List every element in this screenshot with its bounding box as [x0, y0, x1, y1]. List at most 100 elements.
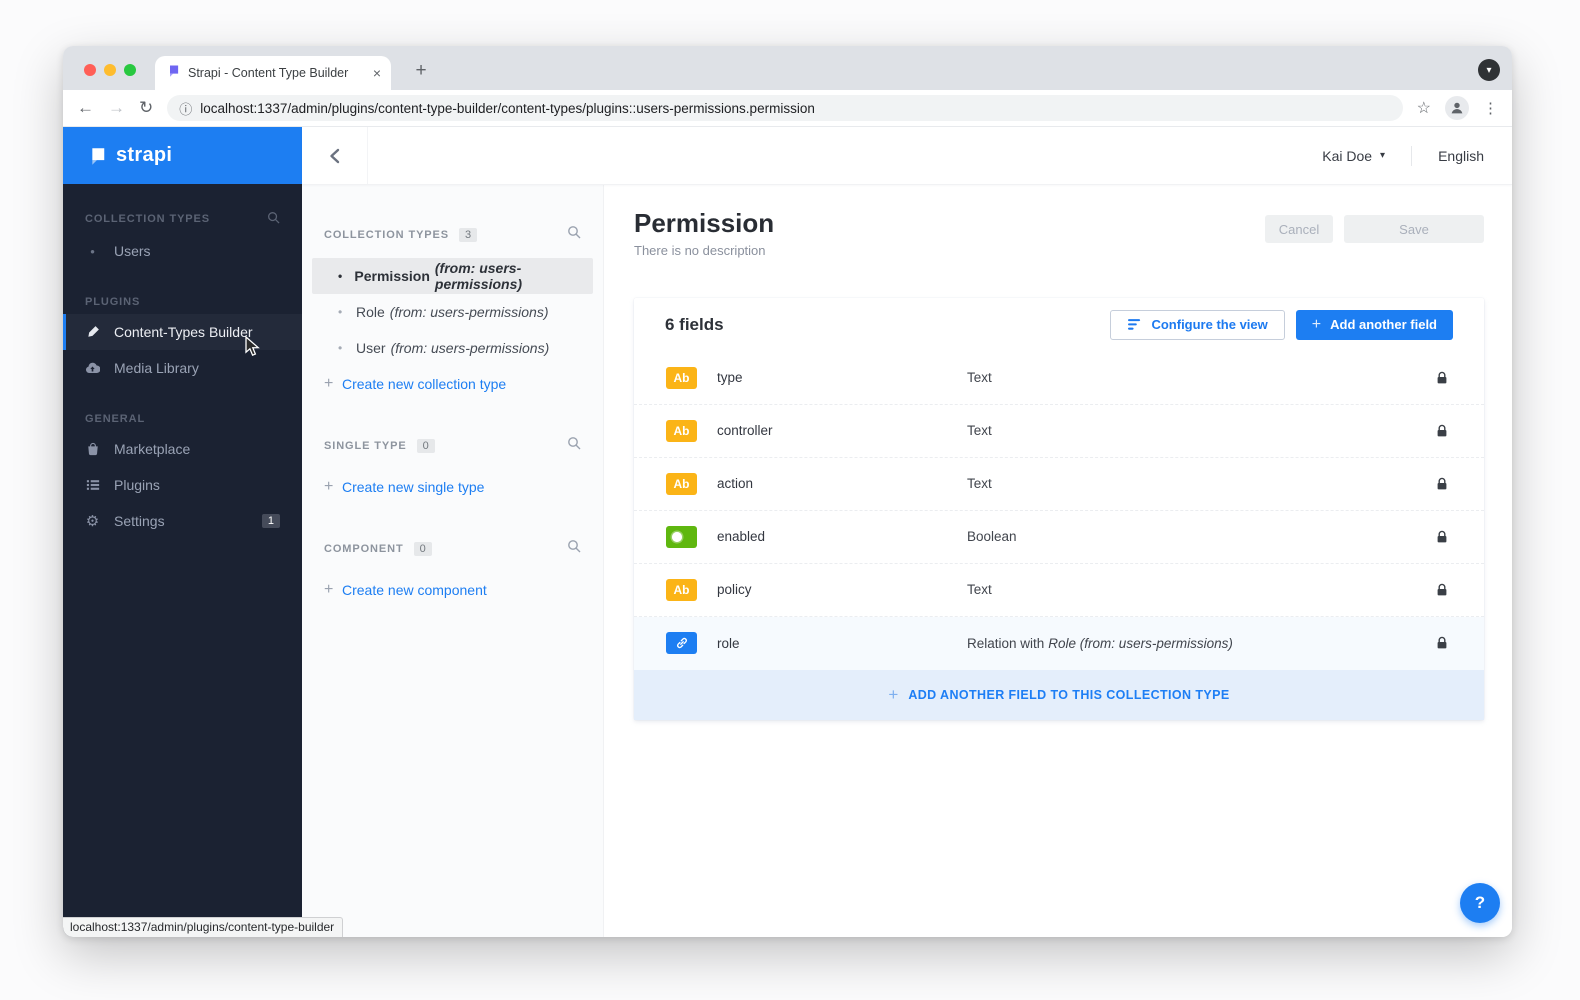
field-name: enabled [717, 529, 967, 544]
profile-avatar-icon[interactable] [1445, 96, 1469, 120]
fields-count: 6 fields [665, 315, 724, 335]
search-icon[interactable] [567, 225, 581, 244]
zoom-window-button[interactable] [124, 64, 136, 76]
tab-title: Strapi - Content Type Builder [188, 66, 365, 80]
field-type: Relation withRole (from: users-permissio… [967, 636, 1233, 651]
add-another-field-button[interactable]: + Add another field [1296, 310, 1453, 340]
list-icon [85, 478, 100, 492]
field-name: policy [717, 582, 967, 597]
tab-close-icon[interactable]: × [373, 65, 381, 81]
text-field-icon: Ab [666, 420, 697, 442]
text-field-icon: Ab [666, 473, 697, 495]
field-row-policy[interactable]: Ab policy Text [634, 564, 1484, 617]
lock-icon [1436, 371, 1448, 385]
field-row-type[interactable]: Ab type Text [634, 352, 1484, 405]
language-selector[interactable]: English [1438, 148, 1484, 164]
page-subtitle: There is no description [634, 243, 774, 258]
field-type: Text [967, 370, 992, 385]
plus-icon: + [1312, 316, 1321, 334]
text-field-icon: Ab [666, 367, 697, 389]
configure-view-button[interactable]: Configure the view [1110, 310, 1284, 340]
field-name: role [717, 636, 967, 651]
field-row-enabled[interactable]: enabled Boolean [634, 511, 1484, 564]
lock-icon [1436, 583, 1448, 597]
boolean-field-icon [666, 526, 697, 548]
new-tab-button[interactable]: + [407, 57, 435, 85]
back-button[interactable] [302, 127, 368, 184]
search-icon[interactable] [567, 539, 581, 558]
content-types-sidebar: COLLECTION TYPES 3 • Permission (from: u… [302, 185, 604, 937]
chevron-down-icon: ▾ [1380, 150, 1385, 161]
user-menu[interactable]: Kai Doe ▾ [1322, 148, 1385, 164]
strapi-mark-icon [85, 145, 107, 167]
field-name: type [717, 370, 967, 385]
content-type-item-role[interactable]: • Role (from: users-permissions) [324, 294, 581, 330]
cancel-button[interactable]: Cancel [1265, 215, 1333, 243]
search-icon[interactable] [567, 436, 581, 455]
save-button[interactable]: Save [1344, 215, 1484, 243]
chevron-left-icon [328, 147, 341, 165]
search-icon[interactable] [267, 211, 280, 227]
group-collection-types: COLLECTION TYPES 3 [324, 225, 581, 244]
plus-icon: + [324, 478, 342, 496]
browser-menu-icon[interactable]: ⋮ [1483, 99, 1498, 117]
download-status-icon[interactable]: ▾ [1478, 59, 1500, 81]
sidebar-item-plugins[interactable]: Plugins [63, 467, 302, 503]
lock-icon [1436, 636, 1448, 650]
strapi-logo[interactable]: strapi [63, 127, 302, 184]
plus-icon: + [324, 375, 342, 393]
section-general: GENERAL [85, 413, 280, 425]
sidebar-item-media-library[interactable]: Media Library [63, 350, 302, 386]
create-component-link[interactable]: + Create new component [324, 572, 581, 608]
count-badge: 0 [414, 542, 432, 556]
add-field-footer-button[interactable]: + ADD ANOTHER FIELD TO THIS COLLECTION T… [634, 670, 1484, 720]
tab-strip: Strapi - Content Type Builder × + ▾ [63, 46, 1512, 90]
user-name: Kai Doe [1322, 148, 1372, 164]
page-title: Permission [634, 209, 774, 238]
field-row-controller[interactable]: Ab controller Text [634, 405, 1484, 458]
sidebar-item-users[interactable]: • Users [63, 233, 302, 269]
sidebar-item-content-types-builder[interactable]: Content-Types Builder [63, 314, 302, 350]
bullet-icon: • [338, 269, 354, 283]
browser-tab[interactable]: Strapi - Content Type Builder × [155, 56, 391, 90]
count-badge: 3 [459, 228, 477, 242]
create-collection-type-link[interactable]: + Create new collection type [324, 366, 581, 402]
bullet-icon: • [338, 341, 356, 355]
bullet-icon: • [338, 305, 356, 319]
bookmark-star-icon[interactable]: ☆ [1417, 98, 1431, 118]
reload-icon[interactable]: ↻ [139, 98, 153, 118]
field-type: Text [967, 476, 992, 491]
field-row-role[interactable]: role Relation withRole (from: users-perm… [634, 617, 1484, 670]
shopping-bag-icon [85, 442, 100, 456]
browser-window: Strapi - Content Type Builder × + ▾ ← → … [63, 46, 1512, 937]
sidebar-item-settings[interactable]: ⚙ Settings 1 [63, 503, 302, 539]
content-type-item-user[interactable]: • User (from: users-permissions) [324, 330, 581, 366]
minimize-window-button[interactable] [104, 64, 116, 76]
lock-icon [1436, 424, 1448, 438]
create-single-type-link[interactable]: + Create new single type [324, 469, 581, 505]
field-type: Boolean [967, 529, 1017, 544]
cloud-upload-icon [85, 362, 100, 374]
count-badge: 0 [417, 439, 435, 453]
sidebar-item-marketplace[interactable]: Marketplace [63, 431, 302, 467]
plus-icon: + [324, 581, 342, 599]
plus-icon: + [888, 685, 898, 705]
main-content: Permission There is no description Cance… [604, 185, 1512, 937]
content-type-item-permission[interactable]: • Permission (from: users-permissions) [312, 258, 593, 294]
close-window-button[interactable] [84, 64, 96, 76]
sliders-icon [1127, 318, 1142, 331]
text-field-icon: Ab [666, 579, 697, 601]
url-text: localhost:1337/admin/plugins/content-typ… [200, 101, 815, 116]
help-button[interactable]: ? [1460, 883, 1500, 923]
forward-icon[interactable]: → [108, 98, 125, 118]
field-row-action[interactable]: Ab action Text [634, 458, 1484, 511]
group-single-type: SINGLE TYPE 0 [324, 436, 581, 455]
gear-icon: ⚙ [85, 514, 100, 529]
address-bar[interactable]: ⓘ localhost:1337/admin/plugins/content-t… [167, 95, 1402, 121]
logo-text: strapi [116, 144, 172, 167]
field-name: action [717, 476, 967, 491]
main-sidebar: strapi COLLECTION TYPES • Users PLUGINS [63, 127, 302, 937]
site-info-icon[interactable]: ⓘ [179, 99, 192, 118]
header-divider [1411, 146, 1412, 166]
back-icon[interactable]: ← [77, 98, 94, 118]
